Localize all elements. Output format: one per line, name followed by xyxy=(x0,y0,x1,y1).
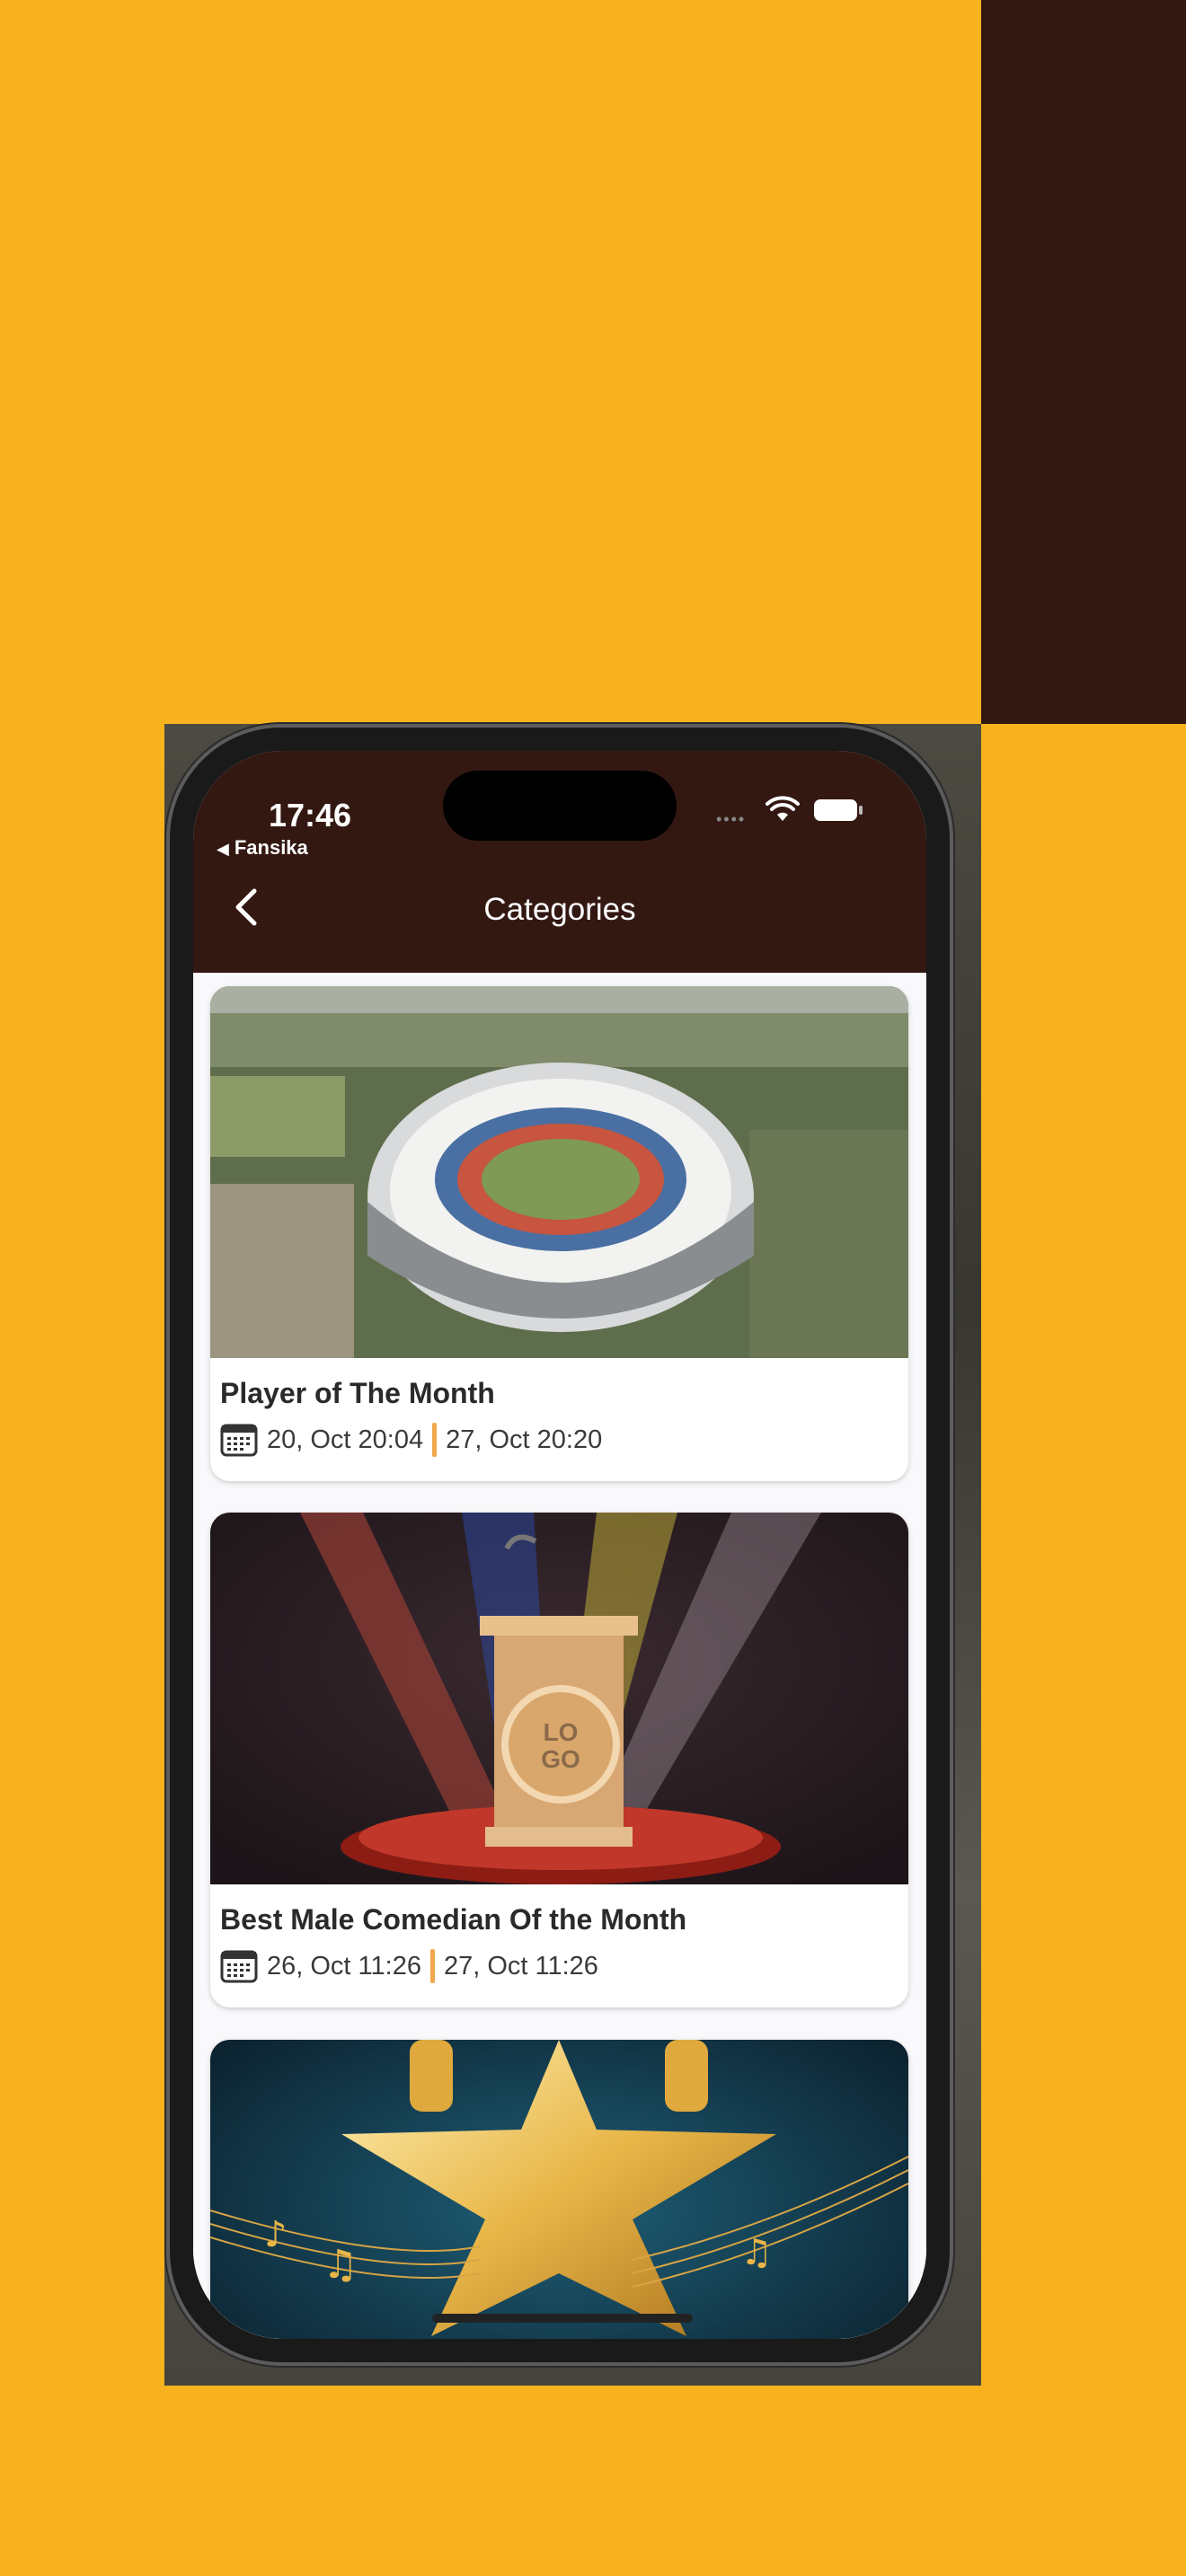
logo-text-bottom: GO xyxy=(541,1745,580,1773)
stadium-image xyxy=(210,986,908,1358)
dynamic-island xyxy=(443,771,677,841)
status-time: 17:46 xyxy=(269,797,352,834)
calendar-icon xyxy=(220,1424,258,1457)
podium-image: LO GO xyxy=(210,1513,908,1884)
date-separator xyxy=(432,1423,438,1457)
svg-text:♪: ♪ xyxy=(264,2214,288,2255)
back-triangle-icon: ◀ xyxy=(217,840,229,858)
logo-text-top: LO xyxy=(544,1718,579,1746)
category-dates: 26, Oct 11:26 27, Oct 11:26 xyxy=(220,1947,598,1985)
end-date: 27, Oct 20:20 xyxy=(446,1425,603,1454)
category-dates: 20, Oct 20:04 27, Oct 20:20 xyxy=(220,1421,602,1459)
category-card[interactable]: LO GO Best Male Comedian Of the Month 26… xyxy=(210,1513,908,2007)
back-to-app-link[interactable]: ◀ Fansika xyxy=(217,836,308,860)
page-title: Categories xyxy=(483,892,636,927)
category-list: Player of The Month 20, Oct 20:04 27, Oc… xyxy=(193,973,926,2339)
start-date: 26, Oct 11:26 xyxy=(267,1951,421,1981)
wifi-icon xyxy=(766,796,800,821)
app-header: 17:46 ◀ Fansika •••• Categories xyxy=(193,751,926,973)
date-separator xyxy=(429,1949,435,1983)
home-indicator[interactable] xyxy=(432,2314,693,2323)
start-date: 20, Oct 20:04 xyxy=(267,1425,424,1454)
phone-frame: 17:46 ◀ Fansika •••• Categories Player o… xyxy=(166,724,953,2366)
phone-screen: 17:46 ◀ Fansika •••• Categories Player o… xyxy=(193,751,926,2339)
svg-text:♫: ♫ xyxy=(323,2242,358,2288)
category-title: Player of The Month xyxy=(220,1377,495,1409)
end-date: 27, Oct 11:26 xyxy=(443,1951,598,1981)
golden-star-image: ♪ ♫ ♫ xyxy=(210,2040,908,2339)
calendar-icon xyxy=(220,1950,258,1983)
dark-backdrop-block xyxy=(981,0,1186,724)
back-app-label: Fansika xyxy=(234,836,308,859)
battery-icon xyxy=(814,799,863,821)
category-card[interactable]: Player of The Month 20, Oct 20:04 27, Oc… xyxy=(210,986,908,1481)
category-title: Best Male Comedian Of the Month xyxy=(220,1903,687,1936)
svg-text:♫: ♫ xyxy=(740,2232,773,2273)
signal-dots-icon: •••• xyxy=(716,810,747,828)
category-card[interactable]: ♪ ♫ ♫ xyxy=(210,2040,908,2339)
